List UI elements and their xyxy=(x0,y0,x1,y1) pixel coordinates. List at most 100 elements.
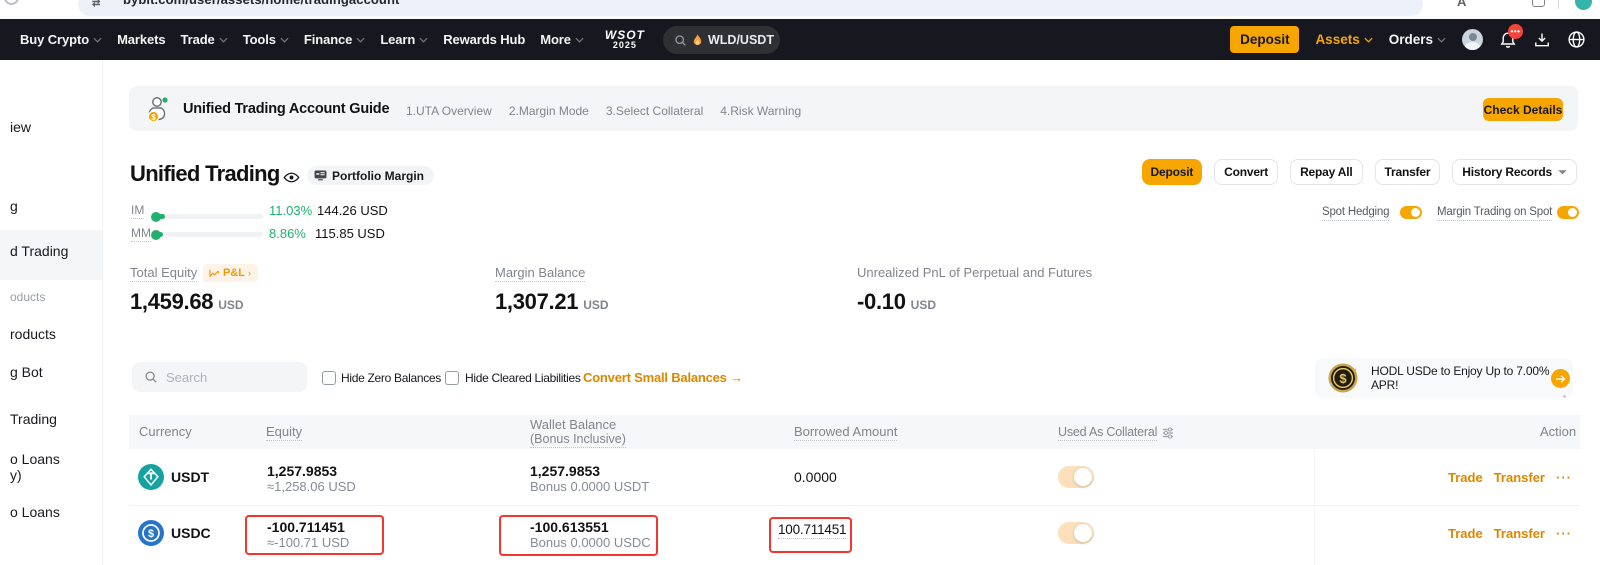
sidebar-item-unified-trading[interactable]: d Trading xyxy=(10,243,68,259)
usdc-transfer-link[interactable]: Transfer xyxy=(1494,526,1545,541)
sidebar-item-products[interactable]: roducts xyxy=(10,326,56,342)
pnl-badge[interactable]: P&L› xyxy=(203,264,258,282)
search-icon xyxy=(144,370,158,384)
sidebar-item-trading-bot[interactable]: g Bot xyxy=(10,364,43,380)
margin-balance-label: Margin Balance xyxy=(495,266,585,282)
browser-profile-avatar[interactable] xyxy=(1575,0,1592,10)
repay-all-button[interactable]: Repay All xyxy=(1290,159,1362,185)
usdt-trade-link[interactable]: Trade xyxy=(1448,470,1483,485)
carousel-dot xyxy=(1563,395,1566,398)
chevron-down-icon xyxy=(280,37,289,43)
usdt-wallet-balance: 1,257.9853 xyxy=(530,464,600,478)
mm-label: MM xyxy=(131,227,151,242)
nav-menu: Buy Crypto Markets Trade Tools Finance L… xyxy=(20,19,645,60)
col-used-as-collateral[interactable]: Used As Collateral xyxy=(1058,425,1157,441)
asset-search-input[interactable]: Search xyxy=(132,362,307,392)
guide-steps: 1.UTA Overview 2.Margin Mode 3.Select Co… xyxy=(406,104,801,118)
nav-item-markets[interactable]: Markets xyxy=(117,32,165,47)
hide-zero-balances-checkbox[interactable] xyxy=(322,371,336,385)
sidebar-item-overview[interactable]: iew xyxy=(10,119,31,135)
spot-hedging-toggle[interactable] xyxy=(1400,206,1422,219)
browser-url[interactable]: bybit.com/user/assets/home/tradingaccoun… xyxy=(123,0,399,7)
transfer-button[interactable]: Transfer xyxy=(1375,159,1441,185)
portfolio-margin-badge[interactable]: Portfolio Margin xyxy=(307,166,434,185)
convert-small-balances-link[interactable]: Convert Small Balances → xyxy=(583,370,743,385)
usdt-collateral-toggle[interactable] xyxy=(1058,466,1094,488)
browser-window-icon[interactable] xyxy=(1532,0,1545,7)
nav-item-trade[interactable]: Trade xyxy=(181,32,228,47)
site-settings-icon[interactable]: ⇄ xyxy=(92,0,100,9)
hide-zero-balances-label: Hide Zero Balances xyxy=(341,371,441,386)
hide-cleared-liabilities-label: Hide Cleared Liabilities xyxy=(465,371,581,386)
globe-icon[interactable] xyxy=(1567,30,1586,49)
total-equity-value: 1,459.68USD xyxy=(130,290,244,317)
guide-money-icon: $ xyxy=(144,94,174,124)
nav-deposit-button[interactable]: Deposit xyxy=(1230,26,1299,53)
highlight-box-wallet xyxy=(499,515,658,556)
convert-button[interactable]: Convert xyxy=(1214,159,1278,185)
deposit-button[interactable]: Deposit xyxy=(1142,159,1203,185)
usdc-trade-link[interactable]: Trade xyxy=(1448,526,1483,541)
chevron-down-icon xyxy=(356,37,365,43)
usdc-collateral-toggle[interactable] xyxy=(1058,522,1094,544)
usdt-more-link[interactable]: ··· xyxy=(1556,470,1572,485)
hodl-usde-text: HODL USDe to Enjoy Up to 7.00% APR! xyxy=(1371,365,1551,392)
hide-cleared-liabilities-checkbox[interactable] xyxy=(445,371,459,385)
top-nav: Buy Crypto Markets Trade Tools Finance L… xyxy=(0,19,1600,60)
eye-icon[interactable] xyxy=(283,172,300,183)
nav-item-learn[interactable]: Learn xyxy=(380,32,428,47)
collateral-sort-icon[interactable] xyxy=(1162,427,1174,439)
history-records-button[interactable]: History Records xyxy=(1452,159,1577,185)
margin-trading-toggle[interactable] xyxy=(1557,206,1579,219)
row-usdc-name: USDC xyxy=(171,525,211,541)
nav-item-finance[interactable]: Finance xyxy=(304,32,365,47)
nav-item-rewards-hub[interactable]: Rewards Hub xyxy=(443,32,525,47)
account-actions: Deposit Convert Repay All Transfer Histo… xyxy=(1142,159,1577,185)
sidebar: iew g d Trading oducts roducts g Bot Tra… xyxy=(0,60,103,565)
total-equity-label: Total Equity xyxy=(130,266,197,282)
usde-coin-icon: $ xyxy=(1327,362,1359,394)
usdc-more-link[interactable]: ··· xyxy=(1556,526,1572,541)
download-icon[interactable] xyxy=(1533,31,1551,49)
arrow-right-button[interactable] xyxy=(1551,369,1570,388)
im-percent: 11.03% xyxy=(269,204,312,218)
notifications-bell[interactable]: ••• xyxy=(1499,31,1517,49)
margin-balance-value: 1,307.21USD xyxy=(495,290,609,317)
extension-a-icon[interactable]: A xyxy=(1457,0,1466,9)
unrealized-pnl-label: Unrealized PnL of Perpetual and Futures xyxy=(857,266,1092,280)
sidebar-item-crypto-loans[interactable]: o Loans xyxy=(10,504,60,520)
usdc-coin-icon: $ xyxy=(138,520,164,546)
nav-item-buy-crypto[interactable]: Buy Crypto xyxy=(20,32,102,47)
guide-step-1[interactable]: 1.UTA Overview xyxy=(406,104,492,118)
browser-reload-icon[interactable] xyxy=(4,0,19,5)
sidebar-item-copy-trading[interactable]: Trading xyxy=(10,411,57,427)
nav-assets-menu[interactable]: Assets xyxy=(1315,32,1372,47)
nav-item-tools[interactable]: Tools xyxy=(243,32,289,47)
sidebar-item-funding[interactable]: g xyxy=(10,198,18,214)
chevron-down-icon xyxy=(1437,37,1446,43)
guide-step-2[interactable]: 2.Margin Mode xyxy=(509,104,589,118)
browser-menu-icon[interactable]: ⋮ xyxy=(1596,0,1600,7)
nav-search[interactable]: WLD/USDT xyxy=(663,26,780,54)
col-borrowed-amount[interactable]: Borrowed Amount xyxy=(794,425,897,441)
usdt-transfer-link[interactable]: Transfer xyxy=(1494,470,1545,485)
nav-item-more[interactable]: More xyxy=(540,32,584,47)
user-avatar[interactable] xyxy=(1462,29,1483,50)
nav-orders-menu[interactable]: Orders xyxy=(1389,32,1446,47)
col-equity[interactable]: Equity xyxy=(266,425,302,441)
guide-step-4[interactable]: 4.Risk Warning xyxy=(720,104,801,118)
guide-step-3[interactable]: 3.Select Collateral xyxy=(606,104,703,118)
wsot-2025-logo[interactable]: WSOT2025 xyxy=(605,30,645,50)
notification-badge: ••• xyxy=(1508,24,1523,39)
col-bonus-inclusive[interactable]: (Bonus Inclusive) xyxy=(530,432,626,448)
flame-icon xyxy=(692,34,703,47)
action-column-divider xyxy=(1314,449,1315,565)
usdt-wallet-bonus: Bonus 0.0000 USDT xyxy=(530,480,649,493)
mm-progress-dot xyxy=(151,230,161,240)
sidebar-item-crypto-loans-new[interactable]: o Loansy) xyxy=(10,451,60,483)
page-title: Unified Trading xyxy=(130,161,280,187)
check-details-button[interactable]: Check Details xyxy=(1483,98,1563,121)
search-placeholder: Search xyxy=(166,370,207,385)
search-icon xyxy=(674,34,687,47)
highlight-box-borrowed xyxy=(769,517,852,553)
